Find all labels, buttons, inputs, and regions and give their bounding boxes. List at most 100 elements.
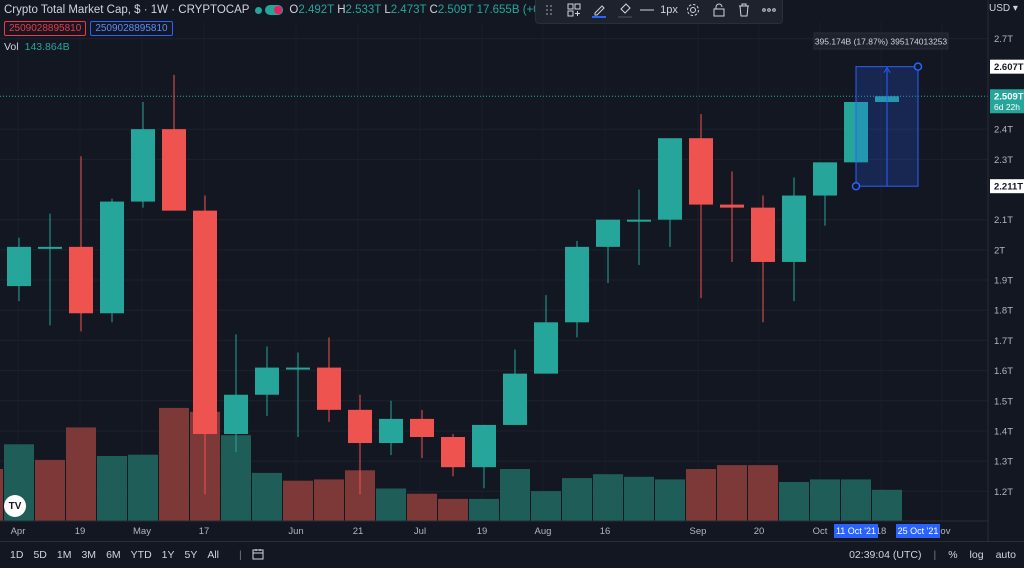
timeframe-all[interactable]: All bbox=[207, 549, 219, 561]
candle-body bbox=[317, 367, 341, 410]
candle bbox=[751, 195, 775, 323]
log-toggle[interactable]: log bbox=[970, 549, 984, 561]
price-label-countdown: 6d 22h bbox=[994, 102, 1020, 112]
candle-body bbox=[565, 246, 589, 323]
volume-bar bbox=[779, 482, 809, 521]
x-highlight-label: 11 Oct '21 bbox=[836, 526, 876, 536]
y-tick-label: 2.3T bbox=[994, 155, 1013, 166]
candle bbox=[162, 74, 186, 211]
candle-body bbox=[286, 367, 310, 370]
candle bbox=[286, 352, 310, 437]
live-indicator[interactable] bbox=[255, 5, 284, 15]
percent-toggle[interactable]: % bbox=[948, 549, 957, 561]
measure-handle-start bbox=[851, 181, 861, 191]
candle bbox=[782, 177, 806, 302]
volume-bar bbox=[841, 479, 871, 521]
volume-bar bbox=[748, 465, 778, 521]
chart[interactable]: 395.174B (17.87%) 395174013253 2.7T 2.4T 2… bbox=[0, 0, 1024, 567]
y-tick-label: 1.6T bbox=[994, 366, 1013, 377]
currency-selector[interactable]: USD ▾ bbox=[989, 3, 1018, 14]
volume-bar bbox=[283, 480, 313, 521]
ohlc-readout: O2.492T H2.533T L2.473T C2.509T 17.655B … bbox=[289, 4, 569, 16]
candle-body bbox=[441, 437, 465, 468]
x-tick-label: 19 bbox=[75, 526, 86, 537]
volume-bar bbox=[0, 469, 3, 521]
y-tick-label: 1.4T bbox=[994, 426, 1013, 437]
y-tick-label: 2.7T bbox=[994, 34, 1013, 45]
x-tick-label: Aug bbox=[535, 526, 552, 537]
x-tick-label: Sep bbox=[690, 526, 707, 537]
date-range-icon[interactable] bbox=[252, 548, 264, 563]
candle-body bbox=[255, 367, 279, 395]
x-tick-label: Jun bbox=[288, 526, 303, 537]
volume-bar bbox=[686, 469, 716, 521]
measure-label: 395.174B (17.87%) 395174013253 bbox=[815, 37, 948, 47]
fill-color-icon[interactable] bbox=[615, 0, 635, 20]
lock-icon[interactable] bbox=[709, 0, 729, 20]
x-tick-label: Apr bbox=[11, 526, 26, 537]
open-value: 2.492T bbox=[298, 4, 334, 16]
candle-body bbox=[813, 162, 837, 196]
drag-handle-icon[interactable] bbox=[539, 0, 559, 20]
clock[interactable]: 02:39:04 (UTC) bbox=[849, 549, 921, 561]
templates-icon[interactable] bbox=[564, 0, 584, 20]
currency-label: USD bbox=[989, 3, 1011, 14]
drawing-toolbar: 1px bbox=[535, 0, 783, 24]
candle-body bbox=[224, 394, 248, 434]
x-tick-label: 17 bbox=[199, 526, 210, 537]
auto-toggle[interactable]: auto bbox=[996, 549, 1016, 561]
volume-bar bbox=[438, 498, 468, 521]
volume-bar bbox=[252, 472, 282, 521]
candle bbox=[627, 189, 651, 265]
volume-bar bbox=[35, 459, 65, 521]
timeframe-6m[interactable]: 6M bbox=[106, 549, 121, 561]
timeframe-5d[interactable]: 5D bbox=[33, 549, 46, 561]
candle bbox=[410, 409, 434, 459]
more-options-icon[interactable] bbox=[759, 0, 779, 20]
timeframe-1d[interactable]: 1D bbox=[10, 549, 23, 561]
divider: | bbox=[239, 549, 242, 561]
volume-bar bbox=[810, 479, 840, 521]
candle-body bbox=[379, 418, 403, 444]
candle bbox=[472, 424, 496, 489]
candle bbox=[224, 334, 248, 453]
volume-bar bbox=[376, 488, 406, 521]
candle bbox=[596, 219, 620, 284]
high-value: 2.533T bbox=[345, 4, 382, 16]
symbol-title[interactable]: Crypto Total Market Cap, $ · 1W · CRYPTO… bbox=[4, 4, 249, 16]
volume-bar bbox=[314, 479, 344, 521]
price-label-current: 2.509T bbox=[994, 92, 1024, 103]
y-tick-label: 1.3T bbox=[994, 457, 1013, 468]
candle-body bbox=[410, 418, 434, 437]
y-tick-label: 1.7T bbox=[994, 336, 1013, 347]
divider: | bbox=[933, 549, 937, 561]
candle bbox=[100, 198, 124, 323]
y-tick-label: 2T bbox=[994, 245, 1005, 256]
candle bbox=[689, 114, 713, 299]
timeframe-1y[interactable]: 1Y bbox=[162, 549, 175, 561]
candle bbox=[534, 295, 558, 374]
timeframe-ytd[interactable]: YTD bbox=[131, 549, 152, 561]
y-tick-label: 2.1T bbox=[994, 215, 1013, 226]
candle-body bbox=[162, 129, 186, 211]
candle-body bbox=[751, 207, 775, 262]
value-box-red[interactable]: 2509028895810 bbox=[4, 21, 87, 36]
timeframe-1m[interactable]: 1M bbox=[57, 549, 72, 561]
candle bbox=[131, 101, 155, 208]
timeframe-5y[interactable]: 5Y bbox=[185, 549, 198, 561]
trash-icon[interactable] bbox=[734, 0, 754, 20]
x-tick-label: Oct bbox=[813, 526, 828, 537]
volume-bar bbox=[407, 493, 437, 521]
close-key: C bbox=[429, 4, 438, 16]
price-label-high: 2.607T bbox=[994, 62, 1024, 73]
settings-gear-icon[interactable] bbox=[683, 0, 703, 20]
value-box-blue[interactable]: 2509028895810 bbox=[90, 21, 173, 36]
line-color-icon[interactable] bbox=[589, 0, 609, 20]
candle bbox=[813, 162, 837, 226]
candle-body bbox=[69, 246, 93, 314]
volume-label: Vol bbox=[4, 41, 19, 53]
tradingview-logo: TV bbox=[4, 495, 26, 517]
line-width-control[interactable]: 1px bbox=[640, 0, 678, 20]
timeframe-3m[interactable]: 3M bbox=[81, 549, 96, 561]
volume-bar bbox=[469, 498, 499, 521]
